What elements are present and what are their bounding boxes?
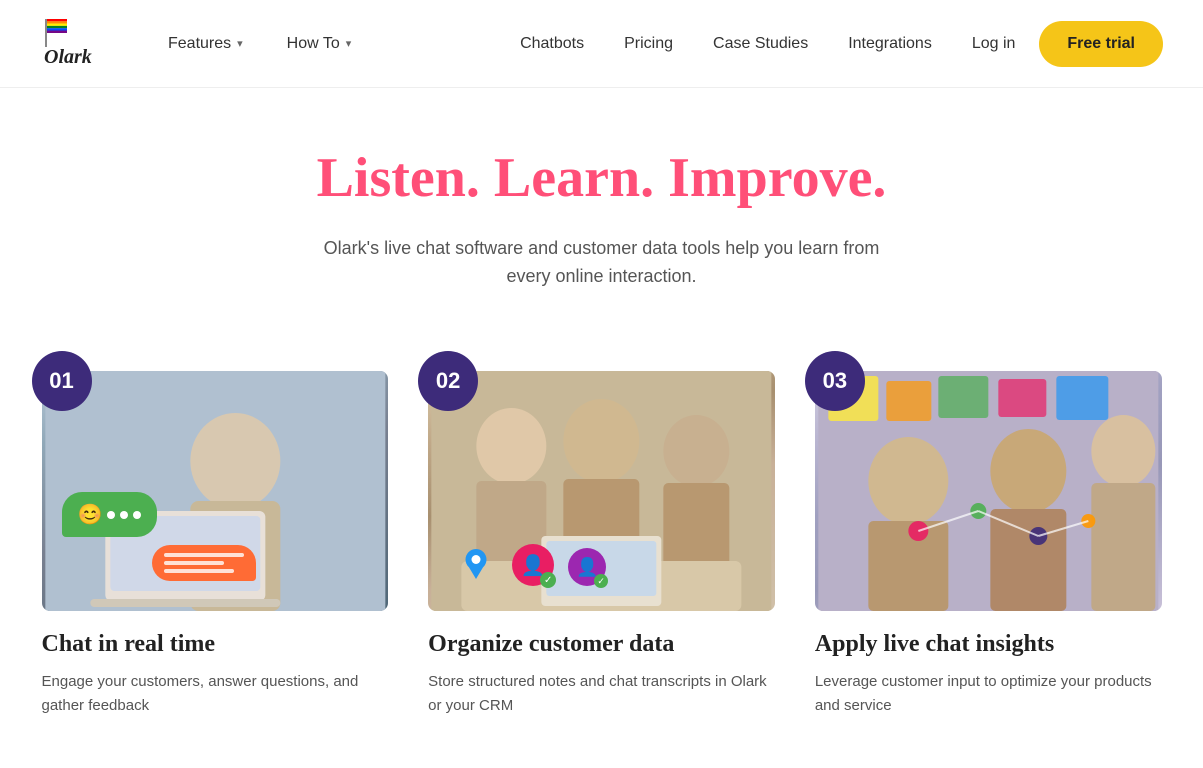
nav-right: Chatbots Pricing Case Studies Integratio… (504, 0, 1163, 88)
person-icon-1: 👤 ✓ (512, 544, 554, 586)
nav-login[interactable]: Log in (956, 0, 1032, 88)
howto-chevron-icon: ▾ (346, 37, 352, 50)
card-3-title: Apply live chat insights (815, 631, 1162, 658)
check-badge-1: ✓ (540, 572, 556, 588)
site-header: Olark Features ▾ How To ▾ Chatbots Prici… (0, 0, 1203, 88)
main-nav: Features ▾ How To ▾ Chatbots Pricing Cas… (146, 0, 1163, 88)
chat-bubbles-overlay: 😊 (62, 492, 256, 581)
nav-case-studies[interactable]: Case Studies (697, 0, 824, 88)
nav-integrations[interactable]: Integrations (832, 0, 948, 88)
card-3-image (815, 371, 1162, 611)
step-badge-2: 02 (418, 351, 478, 411)
card-1-title: Chat in real time (42, 631, 389, 658)
card-2-overlay: 👤 ✓ 👤 ✓ (458, 544, 606, 586)
hero-subtext: Olark's live chat software and customer … (322, 234, 882, 292)
card-2-image: 👤 ✓ 👤 ✓ (428, 371, 775, 611)
logo-icon: Olark (40, 11, 106, 77)
hero-section: Listen. Learn. Improve. Olark's live cha… (0, 88, 1203, 331)
location-pin-icon (458, 546, 498, 586)
card-3: 03 Apply live chat insights Leverage cus… (795, 371, 1182, 738)
nav-pricing[interactable]: Pricing (608, 0, 689, 88)
free-trial-button[interactable]: Free trial (1039, 21, 1163, 67)
card-1: 😊 01 Chat in real time Engage your cu (22, 371, 409, 738)
card-1-desc: Engage your customers, answer questions,… (42, 670, 389, 718)
card-2-desc: Store structured notes and chat transcri… (428, 670, 775, 718)
nav-chatbots[interactable]: Chatbots (504, 0, 600, 88)
cards-section: 😊 01 Chat in real time Engage your cu (2, 331, 1202, 758)
step-badge-3: 03 (805, 351, 865, 411)
card-1-image: 😊 (42, 371, 389, 611)
hero-headline: Listen. Learn. Improve. (40, 148, 1163, 210)
chat-bubble-orange (152, 545, 256, 581)
card-3-desc: Leverage customer input to optimize your… (815, 670, 1162, 718)
logo-link[interactable]: Olark (40, 11, 106, 77)
step-badge-1: 01 (32, 351, 92, 411)
features-chevron-icon: ▾ (237, 37, 243, 50)
nav-features[interactable]: Features ▾ (146, 0, 265, 88)
person-icon-2: 👤 ✓ (568, 548, 606, 586)
check-badge-2: ✓ (594, 574, 608, 588)
nav-howto[interactable]: How To ▾ (265, 0, 374, 88)
chat-bubble-green: 😊 (62, 492, 158, 537)
card-2: 👤 ✓ 👤 ✓ 02 Organize customer data Store … (408, 371, 795, 738)
svg-text:Olark: Olark (44, 46, 92, 68)
card-2-title: Organize customer data (428, 631, 775, 658)
